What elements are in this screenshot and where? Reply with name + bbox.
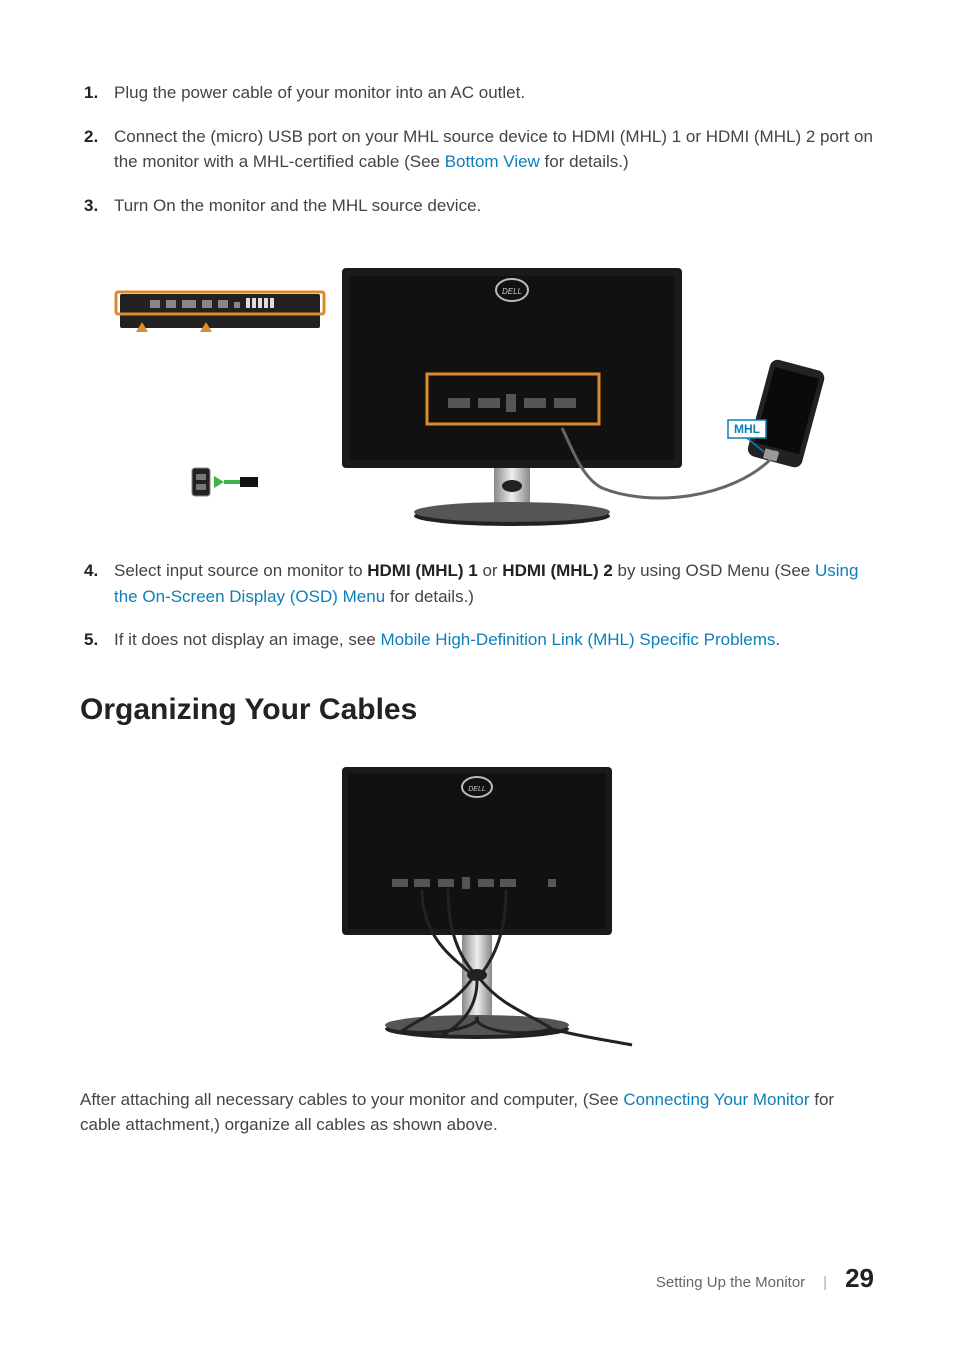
svg-text:DELL: DELL xyxy=(468,786,486,793)
text-segment: If it does not display an image, see xyxy=(114,630,381,649)
figure-cable-organization: DELL xyxy=(80,757,874,1057)
step-3: 3. Turn On the monitor and the MHL sourc… xyxy=(80,193,874,219)
text-segment: After attaching all necessary cables to … xyxy=(80,1090,623,1109)
bold-hdmi2: HDMI (MHL) 2 xyxy=(502,561,612,580)
bold-hdmi1: HDMI (MHL) 1 xyxy=(367,561,477,580)
step-text: Connect the (micro) USB port on your MHL… xyxy=(114,124,874,175)
heading-organizing-cables: Organizing Your Cables xyxy=(80,693,874,727)
step-1: 1. Plug the power cable of your monitor … xyxy=(80,80,874,106)
text-segment: by using OSD Menu (See xyxy=(613,561,815,580)
step-number: 2. xyxy=(80,124,114,175)
footer-section-title: Setting Up the Monitor xyxy=(656,1274,805,1291)
text-segment: Select input source on monitor to xyxy=(114,561,367,580)
step-number: 5. xyxy=(80,627,114,653)
text-segment: or xyxy=(478,561,503,580)
svg-text:DELL: DELL xyxy=(502,287,522,296)
link-bottom-view[interactable]: Bottom View xyxy=(445,152,540,171)
link-connecting-monitor[interactable]: Connecting Your Monitor xyxy=(623,1090,809,1109)
page-number: 29 xyxy=(845,1263,874,1294)
step-text: If it does not display an image, see Mob… xyxy=(114,627,874,653)
step-number: 1. xyxy=(80,80,114,106)
mhl-label: MHL xyxy=(734,422,760,436)
cable-organization-diagram: DELL xyxy=(302,757,652,1057)
step-text: Select input source on monitor to HDMI (… xyxy=(114,558,874,609)
step-text: Plug the power cable of your monitor int… xyxy=(114,80,874,106)
page-footer: Setting Up the Monitor | 29 xyxy=(656,1263,874,1294)
step-number: 4. xyxy=(80,558,114,609)
paragraph-cable-attachment: After attaching all necessary cables to … xyxy=(80,1087,874,1138)
step-2: 2. Connect the (micro) USB port on your … xyxy=(80,124,874,175)
text-segment: for details.) xyxy=(385,587,474,606)
mhl-connection-diagram: DELL xyxy=(92,248,862,528)
footer-separator: | xyxy=(823,1274,827,1291)
step-text: Turn On the monitor and the MHL source d… xyxy=(114,193,874,219)
text-segment: for details.) xyxy=(540,152,629,171)
text-segment: . xyxy=(775,630,780,649)
link-mhl-problems[interactable]: Mobile High-Definition Link (MHL) Specif… xyxy=(381,630,776,649)
figure-mhl-connection: DELL xyxy=(80,248,874,528)
step-4: 4. Select input source on monitor to HDM… xyxy=(80,558,874,609)
step-5: 5. If it does not display an image, see … xyxy=(80,627,874,653)
step-number: 3. xyxy=(80,193,114,219)
